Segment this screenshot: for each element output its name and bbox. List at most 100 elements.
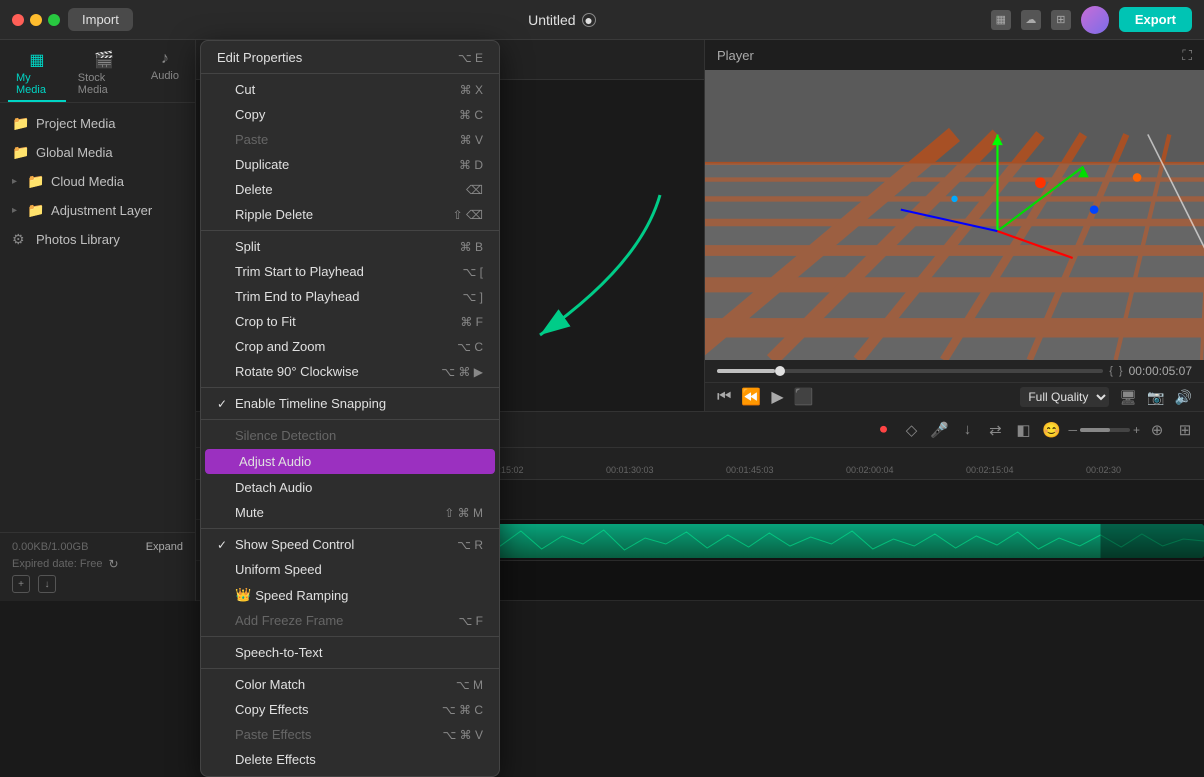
monitor-icon[interactable]: ▦ <box>991 10 1011 30</box>
cm-shortcut-sp: ⌘ B <box>460 240 483 254</box>
play-button[interactable]: ▶ <box>771 387 783 407</box>
sidebar-item-photos-library[interactable]: ⚙ Photos Library <box>0 225 195 254</box>
cm-crop-zoom[interactable]: Crop and Zoom ⌥ C <box>201 334 499 359</box>
skip-back-button[interactable]: ⏮ <box>717 388 731 406</box>
cm-label-trim-end: Trim End to Playhead <box>235 289 360 304</box>
player-expand-icon[interactable]: ⛶ <box>1182 47 1192 64</box>
player-scrubber[interactable] <box>717 369 1103 373</box>
cm-uniform-speed[interactable]: Uniform Speed <box>201 557 499 582</box>
layout-icon[interactable]: ⊞ <box>1174 421 1196 439</box>
cm-label-copy: Copy <box>235 107 265 122</box>
player-preview <box>705 70 1204 360</box>
cm-delete-effects[interactable]: Delete Effects <box>201 747 499 772</box>
emoji-icon[interactable]: 😊 <box>1040 421 1062 439</box>
cm-trim-start[interactable]: Trim Start to Playhead ⌥ [ <box>201 259 499 284</box>
effects-icon[interactable]: ◧ <box>1012 421 1034 439</box>
zoom-slider[interactable] <box>1080 428 1130 432</box>
zoom-control: ─ + <box>1068 423 1140 437</box>
cm-sep2 <box>201 230 499 231</box>
cm-label-speed-ramping: Speed Ramping <box>255 588 348 603</box>
cm-duplicate[interactable]: Duplicate ⌘ D <box>201 152 499 177</box>
my-media-icon: ▦ <box>29 50 44 70</box>
cm-speech-to-text[interactable]: Speech-to-Text <box>201 640 499 665</box>
ruler-mark-2: 00:01:30:03 <box>606 465 654 475</box>
frame-back-button[interactable]: ⏪ <box>741 387 761 407</box>
volume-icon[interactable]: 🔊 <box>1175 389 1192 406</box>
cm-label-ripple-delete: Ripple Delete <box>235 207 313 222</box>
scrubber-knob[interactable] <box>775 366 785 376</box>
cm-mute[interactable]: Mute ⇧ ⌘ M <box>201 500 499 525</box>
stop-button[interactable]: ⬛ <box>794 387 814 407</box>
cm-trim-end[interactable]: Trim End to Playhead ⌥ ] <box>201 284 499 309</box>
expand-button[interactable]: Expand <box>146 541 183 553</box>
tab-audio[interactable]: ♪ Audio <box>143 46 187 102</box>
cm-silence-detection: Silence Detection <box>201 423 499 448</box>
audio-clip-a1[interactable]: Living Pulse... <box>376 524 1204 558</box>
cm-shortcut-cut: ⌘ X <box>460 83 483 97</box>
scrubber-progress <box>717 369 775 373</box>
cm-adjust-audio[interactable]: Adjust Audio <box>205 449 495 474</box>
cm-label-crop-zoom: Crop and Zoom <box>235 339 325 354</box>
cm-shortcut-cz: ⌥ C <box>457 340 483 354</box>
mic-icon[interactable]: 🎤 <box>928 421 950 439</box>
monitor-icon[interactable]: 🖥 <box>1119 389 1137 406</box>
sidebar-item-label: Project Media <box>36 116 115 131</box>
cm-delete[interactable]: Delete ⌫ <box>201 177 499 202</box>
cm-title-label: Edit Properties <box>217 50 302 65</box>
tab-my-media[interactable]: ▦ My Media <box>8 46 66 102</box>
import-file-icon[interactable]: ↓ <box>38 575 56 593</box>
minimize-button[interactable] <box>30 14 42 26</box>
cloud-icon[interactable]: ☁ <box>1021 10 1041 30</box>
ruler-mark-5: 00:02:15:04 <box>966 465 1014 475</box>
sidebar-item-label: Global Media <box>36 145 113 160</box>
cm-label-silence: Silence Detection <box>235 428 336 443</box>
import-icon[interactable]: ↓ <box>956 421 978 438</box>
cm-copy-effects[interactable]: Copy Effects ⌥ ⌘ C <box>201 697 499 722</box>
cm-color-match[interactable]: Color Match ⌥ M <box>201 672 499 697</box>
expired-label: Expired date: Free <box>12 558 103 570</box>
refresh-icon[interactable]: ↻ <box>109 557 119 571</box>
maximize-button[interactable] <box>48 14 60 26</box>
add-timeline-icon[interactable]: ⊕ <box>1146 421 1168 439</box>
cm-detach-audio[interactable]: Detach Audio <box>201 475 499 500</box>
sidebar-item-adjustment-layer[interactable]: ▸ 📁 Adjustment Layer <box>0 196 195 225</box>
cm-shortcut-dup: ⌘ D <box>459 158 483 172</box>
player-video <box>705 70 1204 360</box>
record-icon[interactable]: ⏺ <box>872 421 894 438</box>
cm-shortcut-copy: ⌘ C <box>459 108 483 122</box>
cm-ripple-delete[interactable]: Ripple Delete ⇧ ⌫ <box>201 202 499 227</box>
settings-icon: ⚙ <box>12 231 28 248</box>
sidebar-item-global-media[interactable]: 📁 Global Media <box>0 138 195 167</box>
cm-label-copy-effects: Copy Effects <box>235 702 308 717</box>
cm-speed-ramping[interactable]: 👑 Speed Ramping <box>201 582 499 608</box>
add-folder-icon[interactable]: + <box>12 575 30 593</box>
transition-icon[interactable]: ⇄ <box>984 421 1006 439</box>
brace-left: { <box>1109 365 1113 377</box>
close-button[interactable] <box>12 14 24 26</box>
user-avatar[interactable] <box>1081 6 1109 34</box>
cm-crop-fit[interactable]: Crop to Fit ⌘ F <box>201 309 499 334</box>
cm-shortcut-ts: ⌥ [ <box>463 265 484 279</box>
sidebar-item-project-media[interactable]: 📁 Project Media <box>0 109 195 138</box>
tab-stock-media[interactable]: 🎬 Stock Media <box>70 46 139 102</box>
cm-copy[interactable]: Copy ⌘ C <box>201 102 499 127</box>
cm-cut[interactable]: Cut ⌘ X <box>201 77 499 102</box>
cm-label-cut: Cut <box>235 82 255 97</box>
sidebar-items: 📁 Project Media 📁 Global Media ▸ 📁 Cloud… <box>0 103 195 532</box>
grid-icon[interactable]: ⊞ <box>1051 10 1071 30</box>
cm-split[interactable]: Split ⌘ B <box>201 234 499 259</box>
cm-rotate[interactable]: Rotate 90° Clockwise ⌥ ⌘ ▶ <box>201 359 499 384</box>
export-button[interactable]: Export <box>1119 7 1192 32</box>
screenshot-icon[interactable]: 📷 <box>1147 389 1164 406</box>
cm-enable-snapping[interactable]: ✓ Enable Timeline Snapping <box>201 391 499 416</box>
quality-select[interactable]: Full Quality 1/2 Quality 1/4 Quality <box>1020 387 1109 407</box>
cm-shortcut-ss: ⌥ R <box>457 538 483 552</box>
cm-shortcut-te: ⌥ ] <box>463 290 484 304</box>
player-header: Player ⛶ <box>705 40 1204 70</box>
import-button[interactable]: Import <box>68 8 133 31</box>
marker-icon[interactable]: ◇ <box>900 421 922 439</box>
timeline-right-controls: ⏺ ◇ 🎤 ↓ ⇄ ◧ 😊 ─ + <box>872 421 1196 439</box>
cm-check-ss: ✓ <box>217 538 231 552</box>
sidebar-item-cloud-media[interactable]: ▸ 📁 Cloud Media <box>0 167 195 196</box>
cm-show-speed[interactable]: ✓ Show Speed Control ⌥ R <box>201 532 499 557</box>
